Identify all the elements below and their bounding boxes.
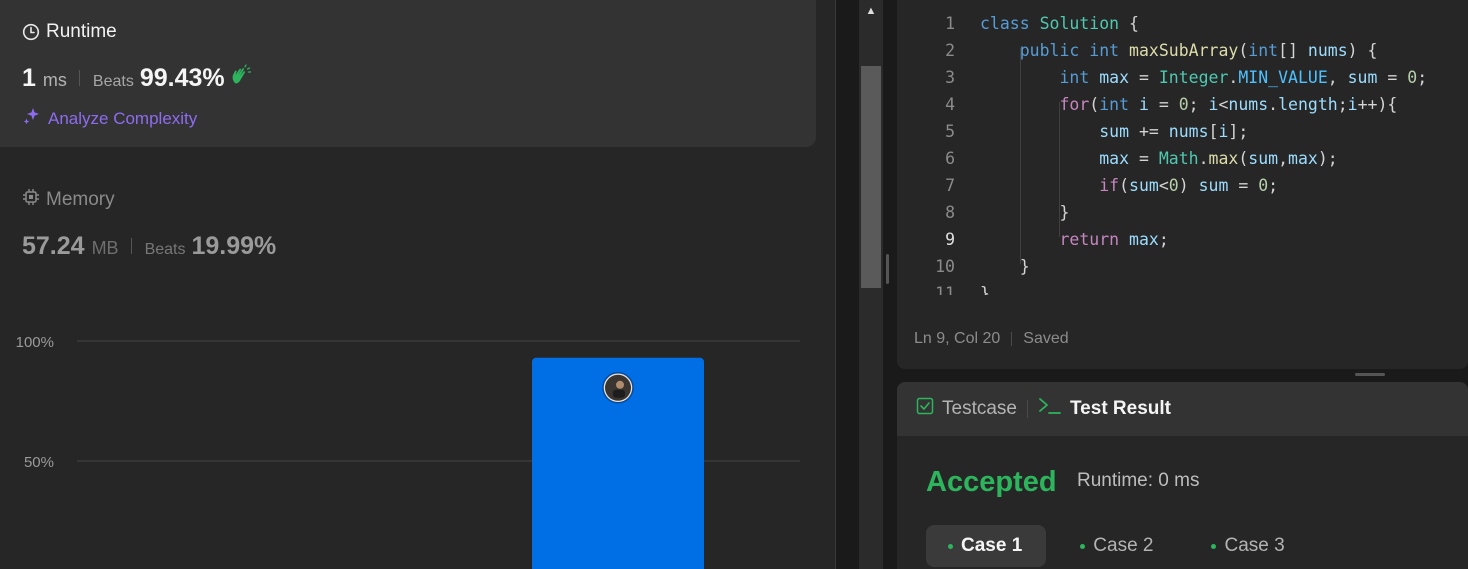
- code-line[interactable]: 4 for(int i = 0; i<nums.length;i++){: [897, 91, 1468, 118]
- runtime-stats: 1 ms Beats 99.43%: [22, 64, 252, 93]
- code-editor[interactable]: 1 class Solution { 2 public int maxSubArra…: [897, 0, 1468, 369]
- vertical-resize-handle[interactable]: [886, 254, 889, 284]
- checkbox-icon: [916, 397, 934, 421]
- code-line[interactable]: 7 if(sum<0) sum = 0;: [897, 172, 1468, 199]
- code-line[interactable]: 6 max = Math.max(sum,max);: [897, 145, 1468, 172]
- code-line[interactable]: 9 return max;: [897, 226, 1468, 253]
- line-number: 6: [945, 149, 955, 168]
- code-line[interactable]: 5 sum += nums[i];: [897, 118, 1468, 145]
- code-area[interactable]: 1 class Solution { 2 public int maxSubArra…: [897, 10, 1468, 295]
- runtime-unit: ms: [42, 70, 67, 90]
- tab-testcase-label: Testcase: [942, 398, 1017, 419]
- stats-divider: [130, 238, 132, 254]
- runtime-beats-value: 99.43%: [139, 64, 225, 92]
- runtime-beats-label: Beats: [92, 73, 134, 90]
- terminal-icon: [1038, 397, 1062, 421]
- submission-detail-panel: Runtime 1 ms Beats 99.43% Analyze Comple…: [0, 0, 835, 569]
- chip-icon: [22, 188, 40, 212]
- app-root: Runtime 1 ms Beats 99.43% Analyze Comple…: [0, 0, 1468, 569]
- scrollbar-thumb[interactable]: [861, 66, 881, 288]
- code-text: return max;: [1059, 230, 1169, 249]
- line-number: 3: [945, 68, 955, 87]
- line-number: 7: [945, 176, 955, 195]
- scroll-up-arrow-icon[interactable]: ▲: [859, 4, 883, 18]
- horizontal-resize-handle[interactable]: [1355, 373, 1385, 376]
- case-tab-2[interactable]: Case 2: [1058, 525, 1177, 567]
- line-number: 1: [945, 14, 955, 33]
- avatar: [602, 372, 634, 404]
- runtime-distribution-chart: 100% 50%: [16, 334, 800, 569]
- sparkle-icon: [22, 106, 42, 131]
- cursor-position: Ln 9, Col 20: [914, 330, 1001, 347]
- runtime-header: Runtime: [22, 21, 117, 43]
- case-label: Case 3: [1224, 535, 1285, 556]
- tab-test-result-label: Test Result: [1069, 398, 1171, 419]
- code-text: public int maxSubArray(int[] nums) {: [1019, 41, 1378, 60]
- line-number: 11: [935, 284, 955, 295]
- indent-guide: [1059, 102, 1061, 237]
- tab-testcase[interactable]: Testcase: [916, 397, 1017, 421]
- result-status: Accepted: [926, 466, 1057, 498]
- code-line[interactable]: 2 public int maxSubArray(int[] nums) {: [897, 37, 1468, 64]
- runtime-card[interactable]: Runtime 1 ms Beats 99.43% Analyze Comple…: [0, 0, 816, 147]
- line-number: 10: [935, 257, 955, 276]
- panel-divider: [835, 0, 836, 569]
- y-tick-label: 100%: [16, 334, 54, 351]
- pass-dot-icon: [948, 543, 953, 549]
- line-number: 8: [945, 203, 955, 222]
- memory-value: 57.24: [22, 232, 85, 260]
- pass-dot-icon: [1211, 543, 1217, 549]
- memory-unit: MB: [91, 238, 119, 258]
- code-line[interactable]: 1 class Solution {: [897, 10, 1468, 37]
- indent-guide: [1019, 48, 1021, 264]
- scrollbar[interactable]: ▲: [859, 0, 883, 569]
- code-text: }: [980, 284, 990, 295]
- test-result-panel: Testcase Test Result Accepted Runtime: 0…: [897, 382, 1468, 569]
- runtime-title: Runtime: [46, 21, 117, 42]
- memory-beats-label: Beats: [144, 241, 186, 258]
- result-runtime: Runtime: 0 ms: [1077, 470, 1200, 491]
- code-text: int max = Integer.MIN_VALUE, sum = 0;: [1059, 68, 1428, 87]
- case-label: Case 1: [961, 535, 1023, 556]
- analyze-complexity-label: Analyze Complexity: [48, 108, 198, 128]
- code-line[interactable]: 11}: [897, 280, 1468, 295]
- editor-status-bar: Ln 9, Col 20 Saved: [914, 330, 1069, 348]
- tab-divider: [1026, 400, 1028, 418]
- code-text: }: [980, 257, 1030, 276]
- memory-stats: 57.24 MB Beats 19.99%: [22, 232, 276, 261]
- line-number: 5: [945, 122, 955, 141]
- line-number: 2: [945, 41, 955, 60]
- memory-beats-value: 19.99%: [191, 232, 277, 260]
- line-number: 4: [945, 95, 955, 114]
- pass-dot-icon: [1080, 543, 1086, 549]
- clock-icon: [22, 23, 40, 41]
- code-text: }: [980, 203, 1070, 222]
- save-status: Saved: [1023, 330, 1069, 347]
- memory-title: Memory: [46, 189, 115, 210]
- analyze-complexity-button[interactable]: Analyze Complexity: [22, 106, 197, 131]
- case-tabs: Case 1 Case 2 Case 3: [926, 525, 1309, 567]
- code-text: if(sum<0) sum = 0;: [1099, 176, 1279, 195]
- y-tick-label: 50%: [24, 454, 54, 471]
- status-divider: [1011, 332, 1013, 346]
- code-line[interactable]: 8 }: [897, 199, 1468, 226]
- case-tab-3[interactable]: Case 3: [1189, 525, 1308, 567]
- clap-hands-icon: [230, 64, 252, 92]
- code-text: for(int i = 0; i<nums.length;i++){: [1059, 95, 1398, 114]
- runtime-value: 1: [22, 64, 36, 92]
- code-text: class Solution {: [980, 14, 1139, 33]
- code-text: max = Math.max(sum,max);: [1099, 149, 1338, 168]
- stats-divider: [78, 70, 80, 86]
- line-number: 9: [945, 230, 955, 249]
- case-label: Case 2: [1093, 535, 1154, 556]
- memory-header[interactable]: Memory: [22, 188, 115, 212]
- result-tabbar: Testcase Test Result: [897, 382, 1468, 436]
- tab-test-result[interactable]: Test Result: [1038, 397, 1171, 421]
- code-line[interactable]: 10 }: [897, 253, 1468, 280]
- code-line[interactable]: 3 int max = Integer.MIN_VALUE, sum = 0;: [897, 64, 1468, 91]
- case-tab-1[interactable]: Case 1: [926, 525, 1047, 567]
